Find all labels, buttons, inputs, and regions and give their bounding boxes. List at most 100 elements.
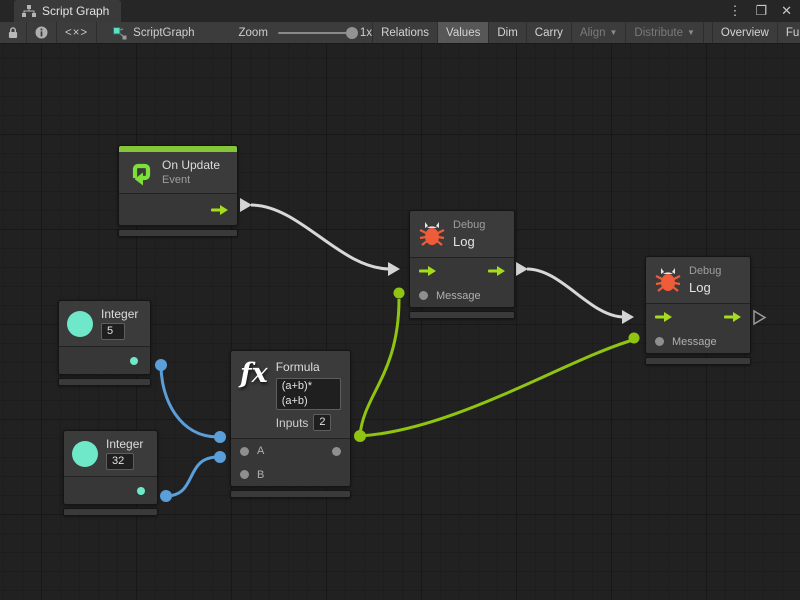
tab-title: Script Graph [42,4,109,18]
wire-onupdate-to-log1 [251,205,390,269]
wire-formula-to-log2-message [360,340,633,436]
kebab-menu-icon[interactable]: ⋮ [728,0,741,22]
node-title: Integer [101,307,138,321]
port-dot-formula-b-in [214,451,226,463]
node-integer-2[interactable]: Integer 32 [63,430,158,516]
node-formula[interactable]: fx Formula (a+b)*(a+b) Inputs 2 A [230,350,351,498]
port-triangle-log1-out [516,262,528,276]
node-ports [64,476,157,504]
graph-name-label: ScriptGraph [133,27,194,39]
zoom-value: 1x [360,27,372,39]
script-graph-window: Script Graph ⋮ ❐ ✕ <×> [0,0,800,600]
zoom-label: Zoom [239,27,268,39]
port-label-message: Message [436,290,481,302]
info-icon [35,26,48,39]
node-title: Log [689,280,721,295]
node-footer [63,508,158,516]
port-label-b: B [257,469,264,481]
arrowhead-log1-in [388,262,400,276]
integer-type-icon [72,441,98,467]
relations-button[interactable]: Relations [372,22,438,43]
port-triangle-onupdate-out [240,198,252,212]
debug-bug-icon [655,268,681,293]
close-icon[interactable]: ✕ [781,0,792,22]
info-button[interactable] [27,22,57,43]
debug-bug-icon [419,222,445,247]
node-footer [409,311,515,319]
node-debug-log-1[interactable]: Debug Log Message [409,210,515,319]
node-category: Debug [689,265,721,278]
node-debug-log-2[interactable]: Debug Log Message [645,256,751,365]
node-ports: Message [646,303,750,353]
zoom-control: Zoom 1x [239,22,373,43]
overview-button[interactable]: Overview [712,22,778,43]
message-input-port[interactable] [655,337,664,346]
value-output-port[interactable] [137,487,145,495]
wire-integer1-to-formula-a [161,365,218,437]
inputs-count-field[interactable]: 2 [313,414,331,431]
carry-button[interactable]: Carry [527,22,572,43]
port-label-message: Message [672,336,717,348]
node-footer [230,490,351,498]
node-title: Formula [276,360,341,374]
port-dot-log2-message [629,333,640,344]
port-dot-integer1-out [155,359,167,371]
window-controls: ⋮ ❐ ✕ [728,0,792,22]
graph-canvas[interactable]: On Update Event Integer [0,44,800,600]
lock-button[interactable] [0,22,27,43]
port-dot-log1-message [394,288,405,299]
integer-value-field[interactable]: 32 [106,453,134,470]
zoom-slider[interactable] [278,32,356,34]
wire-log1-to-log2 [527,269,624,317]
tab-script-graph[interactable]: Script Graph [14,0,121,22]
value-output-port[interactable] [130,357,138,365]
port-dot-formula-a-in [214,431,226,443]
code-preview-button[interactable]: <×> [57,22,97,43]
node-ports [59,346,150,374]
zoom-slider-knob[interactable] [346,27,358,39]
flow-output-arrow-icon[interactable] [724,312,741,322]
flow-input-arrow-icon[interactable] [419,266,436,276]
wire-formula-to-log1-message [360,299,399,435]
graph-hierarchy-icon [22,5,36,17]
titlebar: Script Graph ⋮ ❐ ✕ [0,0,800,22]
toolbar-buttons: Relations Values Dim Carry Align▼ Distri… [372,22,800,43]
node-subtitle: Event [162,174,220,187]
distribute-dropdown-button[interactable]: Distribute▼ [626,22,704,43]
inputs-label: Inputs [276,416,309,430]
script-graph-icon [113,26,127,40]
maximize-icon[interactable]: ❐ [755,0,767,22]
port-dot-formula-out [354,430,366,442]
node-footer [58,378,151,386]
node-ports: A B [231,438,350,486]
dim-button[interactable]: Dim [489,22,526,43]
integer-value-field[interactable]: 5 [101,323,125,340]
result-output-port[interactable] [332,447,341,456]
code-brackets-icon: <×> [65,27,88,39]
flow-output-arrow-icon[interactable] [211,205,228,215]
port-label-a: A [257,445,264,457]
node-title: Log [453,234,485,249]
arrowhead-log2-in [622,310,634,324]
align-dropdown-button[interactable]: Align▼ [572,22,627,43]
node-ports [119,193,237,225]
message-input-port[interactable] [419,291,428,300]
node-on-update[interactable]: On Update Event [118,145,238,237]
flow-output-arrow-icon[interactable] [488,266,505,276]
node-ports: Message [410,257,514,307]
input-port-b[interactable] [240,470,249,479]
input-port-a[interactable] [240,447,249,456]
port-dot-integer2-out [160,490,172,502]
node-title: Integer [106,437,143,451]
dropdown-arrow-icon: ▼ [610,28,618,37]
flow-input-arrow-icon[interactable] [655,312,672,322]
node-title: On Update [162,158,220,172]
on-update-loop-icon [128,160,154,186]
values-button[interactable]: Values [438,22,489,43]
dropdown-arrow-icon: ▼ [687,28,695,37]
port-triangle-log2-out-unconnected [754,311,765,324]
fullscreen-button[interactable]: Full Screen [778,22,800,43]
formula-expression-field[interactable]: (a+b)*(a+b) [276,378,341,410]
node-integer-1[interactable]: Integer 5 [58,300,151,386]
integer-type-icon [67,311,93,337]
